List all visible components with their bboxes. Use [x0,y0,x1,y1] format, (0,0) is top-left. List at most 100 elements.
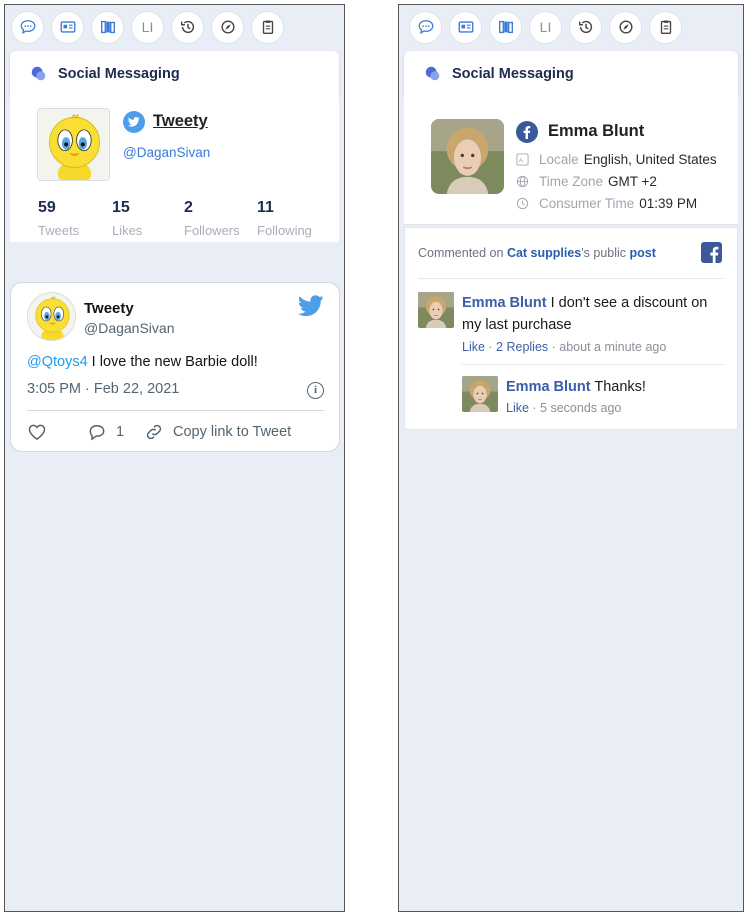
social-messaging-logo-icon [425,66,440,81]
post-link[interactable]: post [630,246,656,260]
contact-card-icon[interactable] [449,10,482,44]
books-icon[interactable] [91,10,124,44]
consumer-time-label: Consumer Time [539,196,635,211]
avatar [37,108,110,181]
twitter-bird-icon[interactable] [298,295,324,317]
li-text-icon[interactable]: LI [529,10,562,44]
reply-meta: Like · 5 seconds ago [506,401,621,415]
like-button[interactable] [27,422,47,442]
profile-handle[interactable]: @DaganSivan [123,145,210,160]
comment-icon [89,424,105,441]
section-title: Social Messaging [58,66,180,82]
copy-link-button[interactable]: Copy link to Tweet [144,422,291,442]
comment-thread: Commented on Cat supplies's public post … [404,227,738,430]
chat-bubble-icon[interactable] [11,10,44,44]
stat-value: 11 [257,199,274,216]
li-text-icon[interactable]: LI [131,10,164,44]
like-link[interactable]: Like [462,340,485,354]
facebook-badge-icon [516,121,538,143]
like-link[interactable]: Like [506,401,529,415]
timezone-value: GMT +2 [608,174,657,189]
stat-value: 59 [38,199,56,216]
avatar [431,119,504,194]
divider [27,410,324,411]
section-title: Social Messaging [452,66,574,82]
reply-count: 1 [116,424,125,440]
stat-value: 2 [184,199,193,216]
stat-label: Likes [112,223,143,238]
locale-row: A Locale English, United States [516,152,717,167]
globe-icon [516,175,529,188]
stat-following: 11 Following [257,199,312,238]
link-icon [146,424,162,440]
tweet-timestamp[interactable]: 3:05 PM · Feb 22, 2021 [27,381,179,397]
language-icon: A [516,153,529,166]
tweet-body: I love the new Barbie doll! [87,354,258,370]
tweet-text: @Qtoys4 I love the new Barbie doll! [27,354,258,370]
divider [418,278,724,279]
tweet-actions: 1 Copy link to Tweet [27,422,327,444]
comment-meta: Like · 2 Replies · about a minute ago [462,340,667,354]
stat-likes: 15 Likes [112,199,142,238]
toolbar: LI [5,5,344,49]
reply-text: Thanks! [590,379,646,395]
twitter-badge-icon [123,111,145,133]
stat-label: Following [257,223,312,238]
reply-time: · 5 seconds ago [528,401,622,415]
tweet-author-name[interactable]: Tweety [84,300,134,317]
avatar[interactable] [418,292,454,328]
clipboard-icon[interactable] [251,10,284,44]
timezone-label: Time Zone [539,174,604,189]
avatar[interactable] [27,292,76,341]
chat-bubble-icon[interactable] [409,10,442,44]
comment-time: · about a minute ago [548,340,667,354]
tweet-author-handle[interactable]: @DaganSivan [84,320,175,336]
section-header: Social Messaging [10,51,339,97]
profile-name: Emma Blunt [548,122,645,140]
stat-label: Followers [184,223,240,238]
comment-body: Emma Blunt I don't see a discount on my … [462,292,722,336]
stat-value: 15 [112,199,130,216]
social-messaging-logo-icon [31,66,46,81]
avatar[interactable] [462,376,498,412]
stat-label: Tweets [38,223,80,238]
compass-icon[interactable] [211,10,244,44]
history-icon[interactable] [171,10,204,44]
page-link[interactable]: Cat supplies [507,246,581,260]
compass-icon[interactable] [609,10,642,44]
li-label: LI [141,19,154,35]
heart-icon [28,424,46,440]
copy-link-label: Copy link to Tweet [173,424,292,440]
reply-author-link[interactable]: Emma Blunt [506,379,591,395]
toolbar: LI [399,5,743,49]
facebook-icon[interactable] [701,242,722,263]
consumer-time-row: Consumer Time 01:39 PM [516,196,697,211]
history-icon[interactable] [569,10,602,44]
reply: Emma Blunt Thanks! Like · 5 seconds ago [462,376,732,416]
info-icon[interactable]: i [307,382,324,399]
books-icon[interactable] [489,10,522,44]
thread-middle: 's public [581,246,630,260]
stat-followers: 2 Followers [184,199,240,238]
locale-value: English, United States [583,152,717,167]
facebook-profile: Emma Blunt A Locale English, United Stat… [404,97,738,225]
left-panel: LI Social Messaging Tweety @DaganSivan 5… [4,4,345,912]
comment: Emma Blunt I don't see a discount on my … [418,292,733,362]
twitter-profile: Tweety @DaganSivan 59 Tweets 15 Likes 2 … [10,97,339,242]
timezone-row: Time Zone GMT +2 [516,174,657,189]
replies-link[interactable]: 2 Replies [496,340,548,354]
profile-name-link[interactable]: Tweety [153,112,208,131]
right-panel: LI Social Messaging Emma Blunt A Locale … [398,4,744,912]
thread-header: Commented on Cat supplies's public post [418,246,656,260]
reply-body: Emma Blunt Thanks! [506,376,726,398]
clipboard-icon[interactable] [649,10,682,44]
thread-prefix: Commented on [418,246,507,260]
reply-button[interactable]: 1 [87,422,124,442]
comment-author-link[interactable]: Emma Blunt [462,295,547,311]
tweet-mention-link[interactable]: @Qtoys4 [27,354,88,370]
tweet-card[interactable]: Tweety @DaganSivan @Qtoys4 I love the ne… [10,282,340,452]
divider [461,364,724,365]
contact-card-icon[interactable] [51,10,84,44]
section-header: Social Messaging [404,51,738,97]
stat-tweets: 59 Tweets [38,199,79,238]
